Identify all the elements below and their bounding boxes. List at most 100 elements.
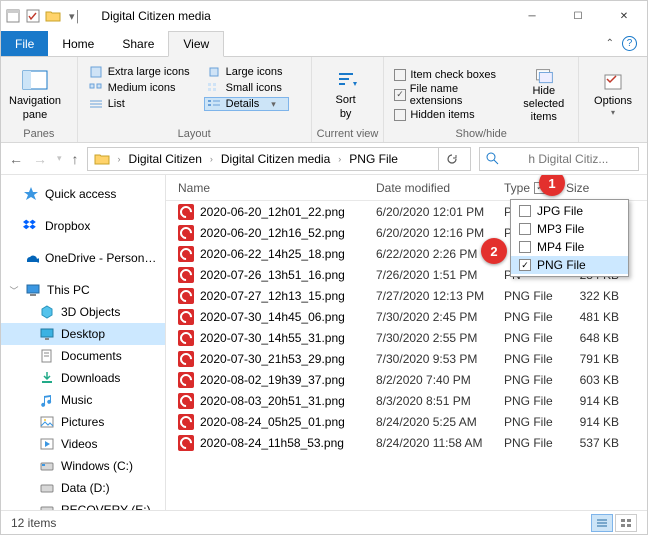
search-icon xyxy=(486,152,499,165)
file-size: 914 KB xyxy=(566,415,647,429)
hide-selected-button[interactable]: Hide selected items xyxy=(514,65,574,125)
filter-mp3-label: MP3 File xyxy=(537,222,584,236)
layout-large[interactable]: Large icons xyxy=(204,65,289,79)
sidebar-item-downloads[interactable]: Downloads xyxy=(1,367,165,389)
sidebar-item-dropbox[interactable]: Dropbox xyxy=(1,215,165,237)
sidebar-item-thispc[interactable]: ﹀This PC xyxy=(1,279,165,301)
group-panes-label: Panes xyxy=(1,128,77,142)
file-date: 8/24/2020 11:58 AM xyxy=(376,436,504,450)
sidebar-thispc-label: This PC xyxy=(47,283,90,297)
table-row[interactable]: 2020-08-02_19h39_37.png8/2/2020 7:40 PMP… xyxy=(166,369,647,390)
sidebar-recoverye-label: RECOVERY (E:) xyxy=(61,503,151,510)
file-icon xyxy=(178,414,194,430)
quick-access-icon[interactable] xyxy=(5,8,21,24)
maximize-button[interactable]: ☐ xyxy=(555,1,601,31)
sidebar-item-quickaccess[interactable]: Quick access xyxy=(1,183,165,205)
sidebar-windowsc-label: Windows (C:) xyxy=(61,459,133,473)
sidebar-item-documents[interactable]: Documents xyxy=(1,345,165,367)
folder-quick-icon xyxy=(45,8,61,24)
quick-overflow[interactable]: ▾│ xyxy=(65,10,85,23)
navigation-pane-button[interactable]: Navigation pane xyxy=(5,65,65,125)
layout-large-label: Large icons xyxy=(226,66,283,78)
file-date: 8/3/2020 8:51 PM xyxy=(376,394,504,408)
sidebar-dropbox-label: Dropbox xyxy=(45,219,90,233)
sidebar-item-videos[interactable]: Videos xyxy=(1,433,165,455)
file-date: 7/27/2020 12:13 PM xyxy=(376,289,504,303)
sort-by-button[interactable]: Sort by xyxy=(316,65,376,125)
file-name-ext-label: File name extensions xyxy=(410,83,508,107)
file-size: 537 KB xyxy=(566,436,647,450)
layout-medium[interactable]: Medium icons xyxy=(86,81,196,95)
layout-small[interactable]: Small icons xyxy=(204,81,289,95)
file-icon xyxy=(178,330,194,346)
thumbnails-view-toggle[interactable] xyxy=(615,514,637,532)
ribbon-expand-icon[interactable]: ⌃ xyxy=(606,38,614,49)
breadcrumb[interactable]: › Digital Citizen › Digital Citizen medi… xyxy=(87,147,471,171)
sidebar-pictures-label: Pictures xyxy=(61,415,104,429)
hide-selected-label: Hide selected items xyxy=(514,85,574,125)
filter-jpg[interactable]: JPG File xyxy=(511,202,628,220)
sidebar-item-windows-c[interactable]: Windows (C:) xyxy=(1,455,165,477)
sidebar-item-recovery-e[interactable]: RECOVERY (E:) xyxy=(1,499,165,510)
tab-share[interactable]: Share xyxy=(108,31,168,56)
breadcrumb-3[interactable]: PNG File xyxy=(349,152,398,166)
table-row[interactable]: 2020-07-30_14h45_06.png7/30/2020 2:45 PM… xyxy=(166,306,647,327)
table-row[interactable]: 2020-08-24_05h25_01.png8/24/2020 5:25 AM… xyxy=(166,411,647,432)
back-button[interactable]: ← xyxy=(9,151,23,167)
breadcrumb-2[interactable]: Digital Citizen media xyxy=(221,152,330,166)
file-size: 322 KB xyxy=(566,289,647,303)
column-size[interactable]: Size xyxy=(566,181,647,195)
file-name-ext-toggle[interactable]: ✓File name extensions xyxy=(394,83,507,107)
layout-list[interactable]: List xyxy=(86,97,196,111)
file-icon xyxy=(178,309,194,325)
details-view-toggle[interactable] xyxy=(591,514,613,532)
search-input[interactable]: h Digital Citiz... xyxy=(479,147,639,171)
layout-details[interactable]: Details▾ xyxy=(204,97,289,111)
filter-mp4[interactable]: MP4 File xyxy=(511,238,628,256)
file-name: 2020-06-20_12h01_22.png xyxy=(200,205,345,219)
group-showhide-label: Show/hide xyxy=(384,128,578,142)
table-row[interactable]: 2020-08-24_11h58_53.png 8/24/2020 11:58 A… xyxy=(166,432,647,453)
file-name: 2020-08-24_05h25_01.png xyxy=(200,415,345,429)
sidebar-item-onedrive[interactable]: OneDrive - Person… xyxy=(1,247,165,269)
layout-extra-large[interactable]: Extra large icons xyxy=(86,65,196,79)
minimize-button[interactable]: ─ xyxy=(509,1,555,31)
options-button[interactable]: Options ▾ xyxy=(583,65,643,125)
column-name[interactable]: Name xyxy=(166,181,376,195)
table-row[interactable]: 2020-08-03_20h51_31.png8/3/2020 8:51 PMP… xyxy=(166,390,647,411)
sidebar-item-data-d[interactable]: Data (D:) xyxy=(1,477,165,499)
sidebar-item-desktop[interactable]: Desktop xyxy=(1,323,165,345)
breadcrumb-1[interactable]: Digital Citizen xyxy=(129,152,202,166)
refresh-button[interactable] xyxy=(438,147,464,171)
table-row[interactable]: 2020-07-30_14h55_31.png7/30/2020 2:55 PM… xyxy=(166,327,647,348)
up-button[interactable]: ↑ xyxy=(72,151,79,167)
filter-png[interactable]: ✓PNG File xyxy=(511,256,628,274)
filter-mp3[interactable]: MP3 File xyxy=(511,220,628,238)
sidebar-item-music[interactable]: Music xyxy=(1,389,165,411)
tab-home[interactable]: Home xyxy=(48,31,108,56)
hidden-items-toggle[interactable]: Hidden items xyxy=(394,109,507,121)
sidebar-item-3dobjects[interactable]: 3D Objects xyxy=(1,301,165,323)
status-item-count: 12 items xyxy=(11,516,56,530)
table-row[interactable]: 2020-07-27_12h13_15.png7/27/2020 12:13 P… xyxy=(166,285,647,306)
sidebar-item-pictures[interactable]: Pictures xyxy=(1,411,165,433)
ribbon: Navigation pane Panes Extra large icons … xyxy=(1,57,647,143)
forward-button[interactable]: → xyxy=(33,151,47,167)
sort-label: Sort by xyxy=(336,94,356,120)
file-icon xyxy=(178,225,194,241)
column-date[interactable]: Date modified xyxy=(376,181,504,195)
filter-png-label: PNG File xyxy=(537,258,586,272)
history-dropdown[interactable]: ▾ xyxy=(57,153,62,164)
item-check-boxes-toggle[interactable]: Item check boxes xyxy=(394,69,507,81)
help-icon[interactable]: ? xyxy=(622,36,637,51)
properties-quick-icon[interactable] xyxy=(25,8,41,24)
sidebar-downloads-label: Downloads xyxy=(61,371,120,385)
file-name: 2020-08-24_11h58_53.png xyxy=(200,436,344,450)
tab-file[interactable]: File xyxy=(1,31,48,56)
tab-view[interactable]: View xyxy=(168,31,224,57)
close-button[interactable]: ✕ xyxy=(601,1,647,31)
file-icon xyxy=(178,435,194,451)
file-size: 481 KB xyxy=(566,310,647,324)
item-check-boxes-label: Item check boxes xyxy=(410,69,496,81)
table-row[interactable]: 2020-07-30_21h53_29.png7/30/2020 9:53 PM… xyxy=(166,348,647,369)
